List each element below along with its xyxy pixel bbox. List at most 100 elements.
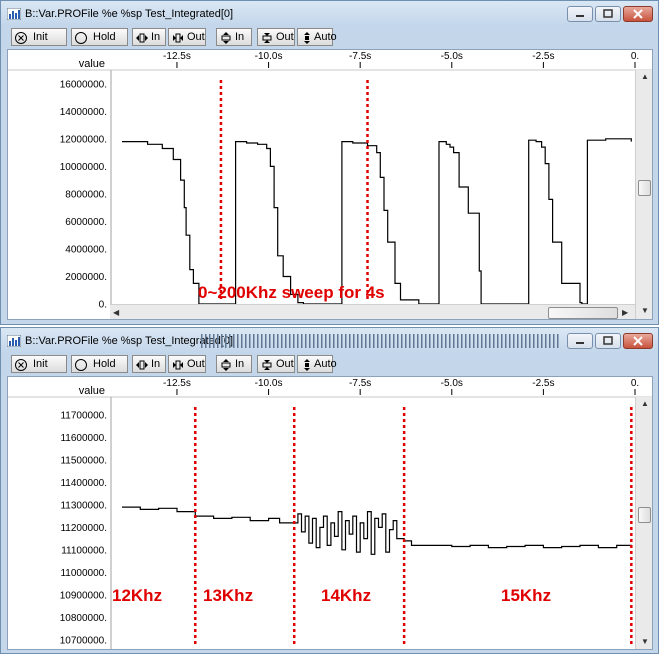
y-tick-label: 14000000. <box>60 107 107 118</box>
y-tick-label: 12000000. <box>60 134 107 145</box>
horizontal-zoom-out-icon <box>173 360 183 370</box>
x-tick-label: -7.5s <box>349 51 371 62</box>
y-tick-label: 0. <box>99 300 107 311</box>
hold-button[interactable]: Hold <box>71 28 128 46</box>
annotation-label: 0~200Khz sweep for 4s <box>198 283 385 302</box>
horizontal-zoom-in-icon <box>136 360 148 370</box>
chart-2: value -12.5s -10.0s -7.5s -5.0s -2.5s 0. 117000… <box>8 378 652 649</box>
close-icon <box>633 336 643 346</box>
zoom-out-horizontal-button[interactable]: Out <box>168 355 206 373</box>
y-tick-label: 4000000. <box>65 244 107 255</box>
close-button[interactable] <box>623 6 653 22</box>
x-tick-label: -2.5s <box>532 378 554 389</box>
horizontal-zoom-out-icon <box>173 33 183 43</box>
profile-window-top: B::Var.PROFile %e %sp Test_Integrated[0]… <box>0 0 659 325</box>
annotation-label: 12Khz <box>112 586 162 605</box>
x-tick-label: 0. <box>631 51 639 62</box>
close-icon <box>633 9 643 19</box>
close-button[interactable] <box>623 333 653 349</box>
app-icon <box>7 8 21 20</box>
minimize-icon <box>576 15 584 17</box>
maximize-icon <box>603 9 613 18</box>
y-tick-label: 10800000. <box>60 613 107 624</box>
window-title: B::Var.PROFile %e %sp Test_Integrated[0] <box>25 8 234 20</box>
auto-button[interactable]: Auto <box>297 28 337 46</box>
vertical-scrollbar[interactable]: ▲ ▼ <box>635 397 652 649</box>
zoom-in-horizontal-button[interactable]: In <box>132 28 166 46</box>
y-tick-label: 16000000. <box>60 79 107 90</box>
zoom-out-horizontal-button[interactable]: Out <box>168 28 206 46</box>
scroll-down-arrow-icon[interactable]: ▼ <box>641 637 649 647</box>
y-tick-label: 11500000. <box>60 455 107 466</box>
x-tick-label: -5.0s <box>441 378 463 389</box>
plot-area: value -12.5s -10.0s -7.5s -5.0s -2.5s 0. 117000… <box>7 376 653 650</box>
zoom-in-vertical-button[interactable]: In <box>216 28 252 46</box>
y-tick-label: 10000000. <box>60 162 107 173</box>
y-tick-label: 10900000. <box>60 590 107 601</box>
init-icon <box>15 32 27 44</box>
zoom-out-vertical-button[interactable]: Out <box>257 355 295 373</box>
title-bar[interactable]: B::Var.PROFile %e %sp Test_Integrated[0] <box>1 328 658 354</box>
vertical-scroll-thumb[interactable] <box>638 180 651 196</box>
init-icon <box>15 359 27 371</box>
annotation-label: 14Khz <box>321 586 371 605</box>
vertical-zoom-out-icon <box>262 33 272 43</box>
series-line <box>122 138 632 305</box>
minimize-button[interactable] <box>567 6 593 22</box>
hold-icon <box>75 359 87 371</box>
auto-scale-icon <box>304 32 310 44</box>
y-tick-label: 6000000. <box>65 217 107 228</box>
scroll-left-arrow-icon[interactable]: ◀ <box>113 308 119 318</box>
scroll-down-arrow-icon[interactable]: ▼ <box>641 306 649 316</box>
maximize-icon <box>603 336 613 345</box>
horizontal-scroll-thumb[interactable] <box>548 307 618 319</box>
hold-button[interactable]: Hold <box>71 355 128 373</box>
x-tick-label: -5.0s <box>441 51 463 62</box>
y-tick-label: 11600000. <box>60 433 107 444</box>
vertical-zoom-out-icon <box>262 360 272 370</box>
vertical-scrollbar[interactable]: ▲ ▼ <box>635 70 652 319</box>
minimize-button[interactable] <box>567 333 593 349</box>
horizontal-scrollbar[interactable]: ◀ ▶ <box>110 304 635 319</box>
x-tick-label: -10.0s <box>255 378 283 389</box>
scroll-right-arrow-icon[interactable]: ▶ <box>622 308 628 318</box>
init-button[interactable]: Init <box>11 355 67 373</box>
series-line <box>122 506 632 555</box>
annotation-label: 13Khz <box>203 586 253 605</box>
app-icon <box>7 335 21 347</box>
vertical-scroll-thumb[interactable] <box>638 507 651 523</box>
horizontal-zoom-in-icon <box>136 33 148 43</box>
profile-window-bottom: B::Var.PROFile %e %sp Test_Integrated[0]… <box>0 327 659 654</box>
title-bar[interactable]: B::Var.PROFile %e %sp Test_Integrated[0] <box>1 1 658 27</box>
minimize-icon <box>576 342 584 344</box>
x-tick-label: -12.5s <box>163 378 191 389</box>
hold-icon <box>75 32 87 44</box>
y-tick-label: 11200000. <box>60 523 107 534</box>
x-tick-label: 0. <box>631 378 639 389</box>
init-button[interactable]: Init <box>11 28 67 46</box>
auto-scale-icon <box>304 359 310 371</box>
chart-1: value -12.5s -10.0s -7.5s -5.0s -2.5s 0. 160000… <box>8 51 652 311</box>
x-tick-label: -10.0s <box>255 51 283 62</box>
zoom-in-vertical-button[interactable]: In <box>216 355 252 373</box>
scroll-up-arrow-icon[interactable]: ▲ <box>641 399 649 409</box>
plot-area: value -12.5s -10.0s -7.5s -5.0s -2.5s 0. 160000… <box>7 49 653 320</box>
annotation-label: 15Khz <box>501 586 551 605</box>
value-axis-label: value <box>79 58 105 70</box>
auto-button[interactable]: Auto <box>297 355 337 373</box>
zoom-in-horizontal-button[interactable]: In <box>132 355 166 373</box>
y-tick-label: 11100000. <box>61 545 107 556</box>
vertical-zoom-in-icon <box>221 359 231 371</box>
maximize-button[interactable] <box>595 6 621 22</box>
x-tick-label: -7.5s <box>349 378 371 389</box>
y-tick-label: 11300000. <box>60 500 107 511</box>
y-tick-label: 8000000. <box>65 189 107 200</box>
y-tick-label: 11400000. <box>60 478 107 489</box>
y-tick-label: 11000000. <box>60 568 107 579</box>
value-axis-label: value <box>79 385 105 397</box>
vertical-zoom-in-icon <box>221 32 231 44</box>
scroll-up-arrow-icon[interactable]: ▲ <box>641 72 649 82</box>
x-tick-label: -2.5s <box>532 51 554 62</box>
zoom-out-vertical-button[interactable]: Out <box>257 28 295 46</box>
maximize-button[interactable] <box>595 333 621 349</box>
